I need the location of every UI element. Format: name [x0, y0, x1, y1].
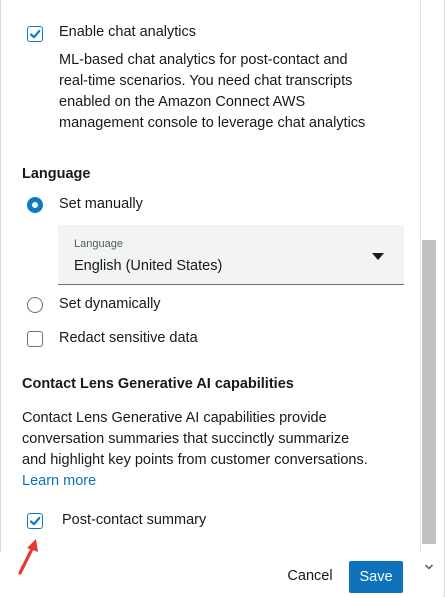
- learn-more-link[interactable]: Learn more: [22, 473, 96, 489]
- description-line: and highlight key points from customer c…: [22, 452, 368, 468]
- chat-analytics-description: ML-based chat analytics for post-contact…: [59, 50, 365, 134]
- chat-analytics-checkbox[interactable]: [27, 26, 43, 42]
- description-line: enabled on the Amazon Connect AWS: [59, 94, 306, 110]
- checkmark-icon: [29, 29, 41, 39]
- description-line: management console to leverage chat anal…: [59, 115, 366, 131]
- description-line: conversation summaries that succinctly s…: [22, 431, 350, 447]
- description-line: ML-based chat analytics for post-contact…: [59, 52, 348, 68]
- set-manually-radio[interactable]: [27, 197, 43, 213]
- set-dynamically-radio[interactable]: [27, 297, 43, 313]
- set-dynamically-label: Set dynamically: [59, 296, 161, 312]
- language-select-label: Language: [74, 238, 123, 250]
- post-contact-summary-label: Post-contact summary: [62, 512, 207, 528]
- language-heading: Language: [22, 166, 91, 182]
- redact-sensitive-data-checkbox[interactable]: [27, 331, 43, 347]
- description-line: real-time scenarios. You need chat trans…: [59, 73, 353, 89]
- language-select-value: English (United States): [74, 258, 223, 274]
- post-contact-summary-checkbox[interactable]: [27, 513, 43, 529]
- cancel-button[interactable]: Cancel: [279, 563, 341, 589]
- chevron-down-icon[interactable]: [424, 562, 434, 572]
- save-button[interactable]: Save: [349, 561, 403, 593]
- language-select[interactable]: Language English (United States): [58, 225, 404, 285]
- gen-ai-description: Contact Lens Generative AI capabilities …: [22, 408, 417, 492]
- caret-down-icon: [372, 253, 384, 260]
- description-line: Contact Lens Generative AI capabilities …: [22, 410, 327, 426]
- annotation-arrow-icon: [18, 539, 38, 575]
- chat-analytics-label: Enable chat analytics: [59, 24, 197, 40]
- scrollbar-thumb[interactable]: [422, 240, 436, 544]
- checkmark-icon: [29, 516, 41, 526]
- panel-content: Enable chat analytics ML-based chat anal…: [0, 0, 420, 552]
- set-manually-label: Set manually: [59, 196, 143, 212]
- gen-ai-heading: Contact Lens Generative AI capabilities: [22, 376, 294, 392]
- redact-sensitive-data-label: Redact sensitive data: [59, 330, 198, 346]
